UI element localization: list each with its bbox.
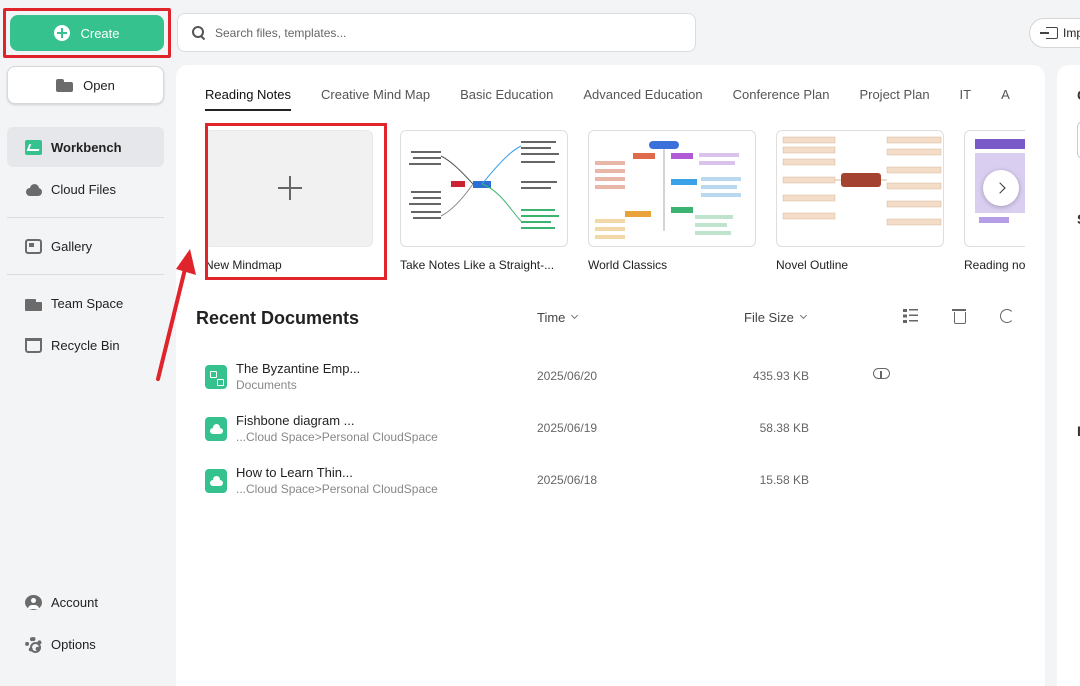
template-tabs: Reading Notes Creative Mind Map Basic Ed… (205, 87, 1010, 111)
sidebar-item-label: Gallery (51, 238, 93, 254)
tab-it[interactable]: IT (960, 87, 972, 111)
doc-size: 58.38 KB (759, 421, 809, 435)
chevron-down-icon (571, 311, 579, 320)
doc-size: 15.58 KB (759, 473, 809, 487)
import-button[interactable]: Imp (1029, 18, 1080, 48)
trash-icon[interactable] (951, 308, 967, 324)
mindmap-preview-image (782, 136, 942, 226)
recent-documents-title: Recent Documents (196, 308, 360, 328)
mindmap-preview-image (409, 141, 559, 229)
account-icon (25, 594, 42, 610)
doc-name: Fishbone diagram ... (236, 413, 355, 428)
folder-icon (56, 78, 74, 92)
doc-name: The Byzantine Emp... (236, 361, 361, 376)
sidebar-item-workbench[interactable]: Workbench (7, 127, 164, 167)
doc-location: Documents (236, 378, 297, 392)
cloud-upload-icon[interactable] (873, 366, 891, 379)
card-label: Reading no (964, 258, 1025, 272)
sidebar-item-label: Recycle Bin (51, 337, 120, 353)
table-row[interactable]: The Byzantine Emp... Documents 2025/06/2… (176, 361, 1045, 413)
doc-location: ...Cloud Space>Personal CloudSpace (236, 482, 438, 496)
tab-advanced-education[interactable]: Advanced Education (583, 87, 702, 111)
import-label: Imp (1063, 26, 1080, 40)
sidebar-item-label: Team Space (51, 295, 124, 311)
open-button[interactable]: Open (7, 66, 164, 104)
create-highlight-box: Create (3, 8, 171, 58)
sidebar-item-cloud-files[interactable]: Cloud Files (7, 169, 164, 209)
create-label: Create (80, 25, 120, 41)
sidebar-item-recycle-bin[interactable]: Recycle Bin (7, 325, 164, 365)
sidebar-item-label: Options (51, 636, 96, 652)
template-card-take-notes[interactable]: Take Notes Like a Straight-... (400, 130, 570, 272)
tab-conference-plan[interactable]: Conference Plan (733, 87, 830, 111)
next-templates-button[interactable] (983, 170, 1019, 206)
doc-time: 2025/06/20 (537, 369, 598, 383)
mindmap-preview-image (595, 141, 741, 239)
sidebar-divider (7, 217, 164, 218)
right-panel: C S I (1057, 65, 1080, 686)
tab-project-plan[interactable]: Project Plan (859, 87, 929, 111)
file-size-column-header[interactable]: File Size (744, 310, 807, 325)
time-header-label: Time (537, 310, 566, 325)
sidebar-divider (7, 274, 164, 275)
sidebar-item-options[interactable]: Options (7, 624, 164, 664)
search-input[interactable] (215, 25, 675, 40)
doc-name: How to Learn Thin... (236, 465, 353, 480)
cloud-file-icon (205, 417, 227, 441)
chevron-right-icon (993, 182, 1006, 194)
card-label: Take Notes Like a Straight-... (400, 258, 555, 272)
gear-icon (25, 636, 42, 653)
tab-creative-mind-map[interactable]: Creative Mind Map (321, 87, 430, 111)
new-mindmap-highlight-box (205, 123, 387, 280)
tab-basic-education[interactable]: Basic Education (460, 87, 553, 111)
chevron-down-icon (799, 311, 807, 320)
doc-size: 435.93 KB (752, 369, 809, 383)
sidebar-item-label: Cloud Files (51, 181, 117, 197)
search-bar[interactable] (177, 13, 696, 52)
create-button[interactable]: Create (10, 15, 164, 51)
open-label: Open (83, 77, 115, 93)
refresh-icon[interactable] (1000, 309, 1014, 323)
sidebar-item-label: Workbench (51, 139, 122, 155)
cloud-file-icon (205, 469, 227, 493)
list-view-icon[interactable] (903, 308, 919, 324)
mindmap-thumbnail (776, 130, 944, 247)
template-card-world-classics[interactable]: World Classics (588, 130, 758, 272)
cloud-icon (25, 182, 42, 197)
table-row[interactable]: How to Learn Thin... ...Cloud Space>Pers… (176, 465, 1045, 517)
card-label: Novel Outline (776, 258, 849, 272)
file-size-header-label: File Size (744, 310, 794, 325)
workbench-icon (25, 139, 42, 155)
time-column-header[interactable]: Time (537, 310, 579, 325)
sidebar-item-team-space[interactable]: Team Space (7, 283, 164, 323)
plus-circle-icon (54, 25, 71, 41)
sidebar-item-gallery[interactable]: Gallery (7, 226, 164, 266)
mindmap-thumbnail (588, 130, 756, 247)
recycle-bin-icon (25, 337, 42, 353)
sidebar-item-account[interactable]: Account (7, 582, 164, 622)
import-icon (1040, 27, 1058, 39)
search-icon (192, 26, 205, 39)
team-space-icon (25, 296, 42, 311)
tab-more[interactable]: A (1001, 87, 1010, 111)
template-card-novel-outline[interactable]: Novel Outline (776, 130, 946, 272)
sidebar-item-label: Account (51, 594, 98, 610)
mindmap-file-icon (205, 365, 227, 389)
mindmap-thumbnail (400, 130, 568, 247)
table-row[interactable]: Fishbone diagram ... ...Cloud Space>Pers… (176, 413, 1045, 465)
gallery-icon (25, 238, 42, 254)
doc-time: 2025/06/19 (537, 421, 598, 435)
doc-location: ...Cloud Space>Personal CloudSpace (236, 430, 438, 444)
card-label: World Classics (588, 258, 668, 272)
tab-reading-notes[interactable]: Reading Notes (205, 87, 291, 111)
doc-time: 2025/06/18 (537, 473, 598, 487)
annotation-arrow (156, 249, 196, 381)
